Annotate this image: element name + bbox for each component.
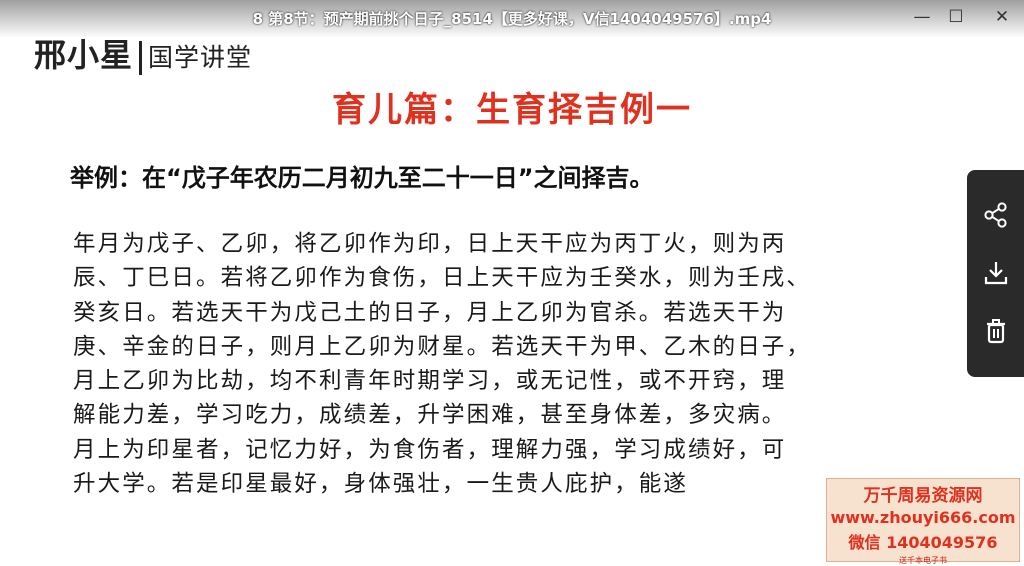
slide-heading: 育儿篇：生育择吉例一 — [332, 90, 692, 130]
watermark-note: 送千本电子书 — [899, 556, 947, 565]
logo-divider — [139, 40, 143, 75]
logo-name: 邢小星 — [34, 36, 134, 74]
minimize-button[interactable]: — — [904, 4, 940, 30]
watermark-url: www.zhouyi666.com — [830, 508, 1016, 527]
body-line: 庚、辛金的日子，则月上乙卯为财星。若选天干为甲、乙木的日子， — [73, 333, 812, 360]
close-button[interactable]: ✕ — [984, 4, 1020, 30]
brand-logo: 邢小星 国学讲堂 — [34, 30, 252, 76]
watermark-wechat: 微信 1404049576 — [848, 533, 998, 552]
body-line: 癸亥日。若选天干为戊己土的日子，月上乙卯为官杀。若选天干为 — [73, 299, 787, 326]
watermark-badge: 万千周易资源网 www.zhouyi666.com 微信 1404049576 … — [826, 478, 1020, 565]
example-title: 举例：在“戊子年农历二月初九至二十一日”之间择吉。 — [70, 164, 654, 192]
download-icon[interactable] — [981, 258, 1011, 288]
maximize-button[interactable]: ☐ — [938, 4, 974, 30]
body-line: 月上乙卯为比劫，均不利青年时期学习，或无记性，或不开窍，理 — [73, 368, 787, 395]
body-line: 解能力差，学习吃力，成绩差，升学困难，甚至身体差，多灾病。 — [73, 402, 787, 429]
window-title: 8 第8节：预产期前挑个日子_8514【更多好课，V信1404049576】.m… — [252, 10, 772, 28]
body-line: 年月为戊子、乙卯，将乙卯作为印，日上天干应为丙丁火，则为丙 — [73, 231, 787, 257]
share-icon[interactable] — [981, 200, 1011, 230]
logo-subtitle: 国学讲堂 — [148, 43, 253, 72]
body-line: 辰、丁巳日。若将乙卯作为食伤，日上天干应为壬癸水，则为壬戌、 — [73, 265, 812, 292]
watermark-site-name: 万千周易资源网 — [863, 486, 983, 506]
slide-body: 年月为戊子、乙卯，将乙卯作为印，日上天干应为丙丁火，则为丙 辰、丁巳日。若将乙卯… — [73, 227, 993, 501]
body-line: 月上为印星者，记忆力好，为食伤者，理解力强，学习成绩好，可 — [73, 436, 787, 463]
side-action-panel — [967, 170, 1024, 377]
trash-icon[interactable] — [981, 316, 1011, 346]
